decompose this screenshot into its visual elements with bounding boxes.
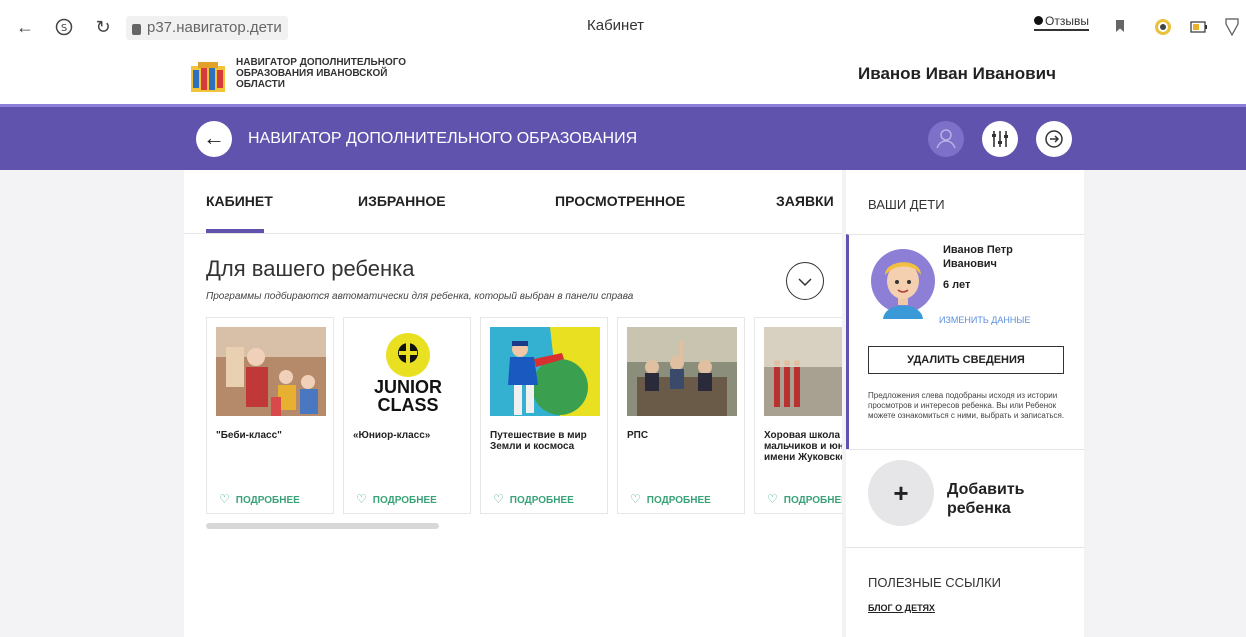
chevron-down-icon: [798, 278, 812, 287]
child-age: 6 лет: [943, 279, 971, 291]
browser-toolbar: ← S ↻ p37.навигатор.дети Кабинет Отзывы: [0, 0, 1246, 54]
feedback-icon: [1034, 16, 1043, 25]
download-icon[interactable]: [1224, 18, 1240, 37]
profile-button[interactable]: [928, 121, 964, 157]
protect-icon[interactable]: S: [54, 18, 74, 36]
program-image: [490, 327, 600, 416]
section-subtitle: Программы подбираются автоматически для …: [206, 291, 634, 302]
svg-text:CLASS: CLASS: [377, 395, 438, 415]
tabs: КАБИНЕТ ИЗБРАННОЕ ПРОСМОТРЕННОЕ ЗАЯВКИ: [184, 170, 842, 234]
program-cards: "Беби-класс" ♡ ПОДРОБНЕЕ JUNIOR CLASS «Юн…: [206, 317, 842, 514]
program-image: [627, 327, 737, 416]
arrow-left-icon: ←: [203, 125, 225, 150]
feedback-label: Отзывы: [1045, 14, 1089, 28]
program-card[interactable]: Хоровая школа мальчиков и юношей имени Ж…: [754, 317, 842, 514]
site-header: НАВИГАТОР ДОПОЛНИТЕЛЬНОГО ОБРАЗОВАНИЯ ИВ…: [0, 54, 1246, 102]
plus-icon: +: [893, 478, 909, 508]
program-image: [764, 327, 842, 416]
heart-icon[interactable]: ♡: [356, 492, 367, 506]
tab-applications[interactable]: ЗАЯВКИ: [776, 193, 834, 209]
more-label: ПОДРОБНЕЕ: [509, 495, 574, 506]
children-panel: ВАШИ ДЕТИ Иванов Петр Иванович 6 лет ИЗМ…: [846, 170, 1084, 637]
main-panel: КАБИНЕТ ИЗБРАННОЕ ПРОСМОТРЕННОЕ ЗАЯВКИ Д…: [184, 170, 842, 637]
back-button[interactable]: ←: [196, 121, 232, 157]
section-title: Для вашего ребенка: [206, 256, 415, 281]
blog-link[interactable]: БЛОГ О ДЕТЯХ: [868, 603, 935, 613]
more-label: ПОДРОБНЕЕ: [646, 495, 711, 506]
program-title[interactable]: «Юниор-класс»: [353, 430, 469, 441]
program-title[interactable]: Хоровая школа мальчиков и юношей имени Ж…: [764, 430, 842, 463]
address-bar[interactable]: p37.навигатор.дети: [126, 16, 288, 40]
heart-icon[interactable]: ♡: [219, 492, 230, 506]
cards-scrollbar[interactable]: [206, 523, 439, 529]
program-card[interactable]: JUNIOR CLASS «Юниор-класс» ♡ ПОДРОБНЕЕ: [343, 317, 471, 514]
program-title[interactable]: РПС: [627, 430, 743, 441]
reload-icon[interactable]: ↻: [94, 18, 112, 36]
program-image: [216, 327, 326, 416]
person-icon: [936, 129, 956, 149]
svg-text:S: S: [61, 23, 67, 34]
filter-button[interactable]: [982, 121, 1018, 157]
child-avatar: [871, 247, 935, 319]
sliders-icon: [992, 131, 1008, 147]
more-link[interactable]: ♡ ПОДРОБНЕЕ: [356, 492, 437, 506]
child-card: Иванов Петр Иванович 6 лет ИЗМЕНИТЬ ДАНН…: [846, 234, 1084, 449]
tab-favorites[interactable]: ИЗБРАННОЕ: [358, 193, 446, 209]
lock-icon: [132, 23, 141, 35]
program-card[interactable]: "Беби-класс" ♡ ПОДРОБНЕЕ: [206, 317, 334, 514]
program-image: JUNIOR CLASS: [353, 327, 463, 416]
region-crest-logo[interactable]: [188, 60, 228, 96]
program-card[interactable]: Путешествие в мир Земли и космоса ♡ ПОДРО…: [480, 317, 608, 514]
feedback-button[interactable]: Отзывы: [1034, 14, 1089, 31]
children-heading: ВАШИ ДЕТИ: [868, 197, 945, 212]
heart-icon[interactable]: ♡: [493, 492, 504, 506]
url-text: p37.навигатор.дети: [147, 19, 282, 36]
battery-icon[interactable]: [1190, 18, 1208, 36]
tab-viewed[interactable]: ПРОСМОТРЕННОЕ: [555, 193, 685, 209]
add-child-block[interactable]: + Добавить ребенка: [846, 449, 1084, 547]
navigator-title: НАВИГАТОР ДОПОЛНИТЕЛЬНОГО ОБРАЗОВАНИЯ: [248, 130, 638, 147]
collapse-button[interactable]: [786, 262, 824, 300]
extension-icon[interactable]: [1154, 18, 1172, 36]
delete-info-button[interactable]: УДАЛИТЬ СВЕДЕНИЯ: [868, 346, 1064, 374]
useful-links-heading: ПОЛЕЗНЫЕ ССЫЛКИ: [868, 575, 1001, 590]
more-link[interactable]: ♡ ПОДРОБНЕЕ: [219, 492, 300, 506]
edit-data-link[interactable]: ИЗМЕНИТЬ ДАННЫЕ: [939, 315, 1030, 325]
child-name[interactable]: Иванов Петр Иванович: [943, 243, 1063, 271]
add-child-button[interactable]: +: [868, 460, 934, 526]
tab-title: Кабинет: [587, 17, 645, 34]
program-title[interactable]: Путешествие в мир Земли и космоса: [490, 430, 606, 452]
arrow-circle-right-icon: [1045, 130, 1063, 148]
add-child-label[interactable]: Добавить ребенка: [947, 480, 1067, 518]
more-label: ПОДРОБНЕЕ: [372, 495, 437, 506]
more-link[interactable]: ♡ ПОДРОБНЕЕ: [493, 492, 574, 506]
more-label: ПОДРОБНЕЕ: [235, 495, 300, 506]
heart-icon[interactable]: ♡: [630, 492, 641, 506]
more-link[interactable]: ♡ ПОДРОБНЕЕ: [767, 492, 842, 506]
logo-text[interactable]: НАВИГАТОР ДОПОЛНИТЕЛЬНОГО ОБРАЗОВАНИЯ ИВ…: [236, 57, 436, 90]
useful-links: ПОЛЕЗНЫЕ ССЫЛКИ БЛОГ О ДЕТЯХ: [846, 547, 1084, 637]
logout-button[interactable]: [1036, 121, 1072, 157]
heart-icon[interactable]: ♡: [767, 492, 778, 506]
program-title[interactable]: "Беби-класс": [216, 430, 332, 441]
more-link[interactable]: ♡ ПОДРОБНЕЕ: [630, 492, 711, 506]
svg-text:JUNIOR: JUNIOR: [374, 377, 442, 397]
back-arrow-icon[interactable]: ←: [16, 18, 34, 36]
more-label: ПОДРОБНЕЕ: [783, 495, 842, 506]
user-name[interactable]: Иванов Иван Иванович: [858, 64, 1056, 84]
recommendation-note: Предложения слева подобраны исходя из ис…: [868, 391, 1065, 420]
bookmark-icon[interactable]: [1114, 18, 1126, 36]
program-card[interactable]: РПС ♡ ПОДРОБНЕЕ: [617, 317, 745, 514]
tab-cabinet[interactable]: КАБИНЕТ: [206, 193, 273, 209]
navigator-bar: ← НАВИГАТОР ДОПОЛНИТЕЛЬНОГО ОБРАЗОВАНИЯ: [0, 104, 1246, 170]
active-tab-indicator: [206, 229, 264, 233]
